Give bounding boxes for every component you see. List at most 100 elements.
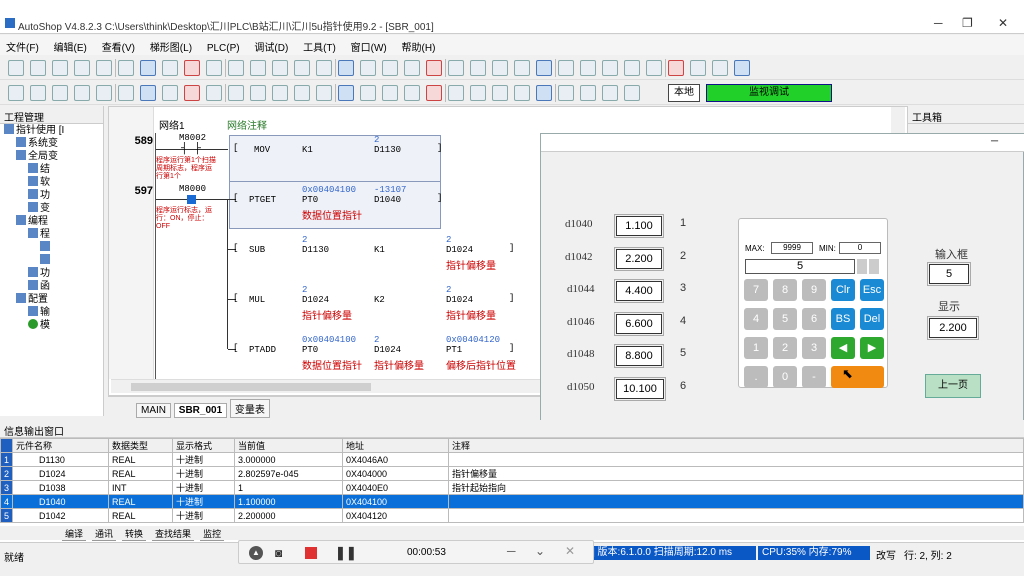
camera-icon[interactable]: ◙ — [275, 546, 282, 560]
toolbar-icon[interactable] — [426, 60, 442, 76]
cell-type[interactable]: REAL — [108, 466, 174, 481]
enter-key[interactable] — [831, 366, 884, 388]
toolbar-icon[interactable] — [96, 85, 112, 101]
toolbar-icon[interactable] — [228, 85, 244, 101]
toolbar-icon[interactable] — [250, 85, 266, 101]
toolbar-icon[interactable] — [162, 85, 178, 101]
tree-item[interactable]: 程 — [4, 228, 103, 241]
key-button[interactable]: 3 — [802, 337, 826, 359]
table-row[interactable]: 1 D1130 REAL 十进制 3.000000 0X4046A0 — [0, 452, 1024, 467]
contact-selected[interactable] — [187, 195, 196, 204]
toolbar-icon[interactable] — [360, 85, 376, 101]
tree-item[interactable]: 全局变 — [4, 150, 103, 163]
toolbar-icon[interactable] — [382, 60, 398, 76]
toolbar-icon[interactable] — [470, 60, 486, 76]
key-button[interactable]: Del — [860, 308, 884, 330]
collapse-icon[interactable]: ▲ — [249, 546, 263, 560]
menu-ladder[interactable]: 梯形图(L) — [144, 35, 198, 58]
tree-item[interactable]: 系统变 — [4, 137, 103, 150]
toolbar-icon[interactable] — [118, 60, 134, 76]
toolbar-icon[interactable] — [448, 60, 464, 76]
value-box[interactable]: 1.100 — [614, 214, 664, 238]
chevron-down-icon[interactable]: ⌄ — [535, 544, 545, 558]
output-tab[interactable]: 查找结果 — [152, 527, 195, 541]
toolbar-icon[interactable] — [8, 85, 24, 101]
menu-help[interactable]: 帮助(H) — [396, 35, 442, 58]
output-tab[interactable]: 通讯 — [92, 527, 117, 541]
cell-address[interactable]: 0X4046A0 — [342, 452, 450, 467]
toolbar-icon[interactable] — [96, 60, 112, 76]
menu-debug[interactable]: 调试(D) — [248, 35, 294, 58]
output-tab[interactable]: 编译 — [62, 527, 87, 541]
cell-address[interactable]: 0X4040E0 — [342, 480, 450, 495]
toolbar-icon[interactable] — [470, 85, 486, 101]
toolbar-icon[interactable] — [338, 85, 354, 101]
value-box[interactable]: 10.100 — [614, 376, 666, 401]
spin-down-icon[interactable] — [869, 259, 879, 274]
toolbar-icon[interactable] — [52, 60, 68, 76]
minimize-button[interactable]: ─ — [991, 136, 998, 147]
cell-value[interactable]: 1 — [234, 480, 344, 495]
toolbar-icon[interactable] — [30, 85, 46, 101]
key-button[interactable]: 9 — [802, 279, 826, 301]
key-button[interactable]: - — [802, 366, 826, 388]
toolbar-icon[interactable] — [184, 85, 200, 101]
cell-note[interactable]: 指针起始指向 — [448, 480, 1024, 495]
cell-note[interactable]: 指针偏移量 — [448, 466, 1024, 481]
maximize-button[interactable]: ❐ — [962, 16, 973, 30]
keypad-entry[interactable]: 5 — [745, 259, 855, 274]
cell-address[interactable]: 0X404120 — [342, 508, 450, 523]
cell-note[interactable] — [448, 494, 1024, 509]
value-box[interactable]: 6.600 — [614, 311, 664, 336]
cell-format[interactable]: 十进制 — [172, 452, 236, 467]
tree-item[interactable]: 编程 — [4, 215, 103, 228]
tab-variables[interactable]: 变量表 — [229, 399, 270, 418]
toolbar-icon[interactable] — [228, 60, 244, 76]
toolbar-icon[interactable] — [514, 60, 530, 76]
cell-name[interactable]: D1040 — [12, 494, 110, 509]
menu-window[interactable]: 窗口(W) — [345, 35, 393, 58]
col-header[interactable]: 数据类型 — [108, 438, 174, 453]
toolbar-icon[interactable] — [162, 60, 178, 76]
toolbar-icon[interactable] — [30, 60, 46, 76]
table-row[interactable]: 3 D1038 INT 十进制 1 0X4040E0 指针起始指向 — [0, 480, 1024, 495]
cell-note[interactable] — [448, 452, 1024, 467]
cell-value[interactable]: 2.802597e-045 — [234, 466, 344, 481]
cell-type[interactable]: INT — [108, 480, 174, 495]
tree-item[interactable]: 功 — [4, 267, 103, 280]
tree-item[interactable]: 变 — [4, 202, 103, 215]
toolbar-icon[interactable] — [140, 60, 156, 76]
menu-tools[interactable]: 工具(T) — [297, 35, 342, 58]
minimize-icon[interactable]: ─ — [507, 544, 516, 558]
key-button[interactable]: 1 — [744, 337, 768, 359]
cell-name[interactable]: D1042 — [12, 508, 110, 523]
toolbar-icon[interactable] — [690, 60, 706, 76]
table-row[interactable]: 5 D1042 REAL 十进制 2.200000 0X404120 — [0, 508, 1024, 523]
key-button[interactable]: 7 — [744, 279, 768, 301]
key-button[interactable]: 5 — [773, 308, 797, 330]
col-header[interactable]: 当前值 — [234, 438, 344, 453]
toolbar-icon[interactable] — [580, 60, 596, 76]
toolbar-icon[interactable] — [382, 85, 398, 101]
key-button[interactable]: Esc — [860, 279, 884, 301]
toolbar-icon[interactable] — [360, 60, 376, 76]
output-tab[interactable]: 监控 — [200, 527, 225, 541]
cell-format[interactable]: 十进制 — [172, 494, 236, 509]
toolbar-icon[interactable] — [514, 85, 530, 101]
toolbar-icon[interactable] — [272, 60, 288, 76]
toolbar-icon[interactable] — [558, 60, 574, 76]
cell-value[interactable]: 2.200000 — [234, 508, 344, 523]
key-button[interactable]: 4 — [744, 308, 768, 330]
table-row[interactable]: 2 D1024 REAL 十进制 2.802597e-045 0X404000 … — [0, 466, 1024, 481]
toolbar-icon[interactable] — [536, 85, 552, 101]
toolbar-icon[interactable] — [536, 60, 552, 76]
toolbar-icon[interactable] — [206, 60, 222, 76]
contact-symbol[interactable]: ┤ ├ — [181, 143, 201, 155]
toolbar-icon[interactable] — [206, 85, 222, 101]
tree-item[interactable] — [4, 241, 103, 254]
toolbar-icon[interactable] — [624, 60, 640, 76]
tree-item[interactable] — [4, 254, 103, 267]
tree-item[interactable]: 函 — [4, 280, 103, 293]
toolbar-icon[interactable] — [316, 60, 332, 76]
col-header[interactable]: 地址 — [342, 438, 450, 453]
